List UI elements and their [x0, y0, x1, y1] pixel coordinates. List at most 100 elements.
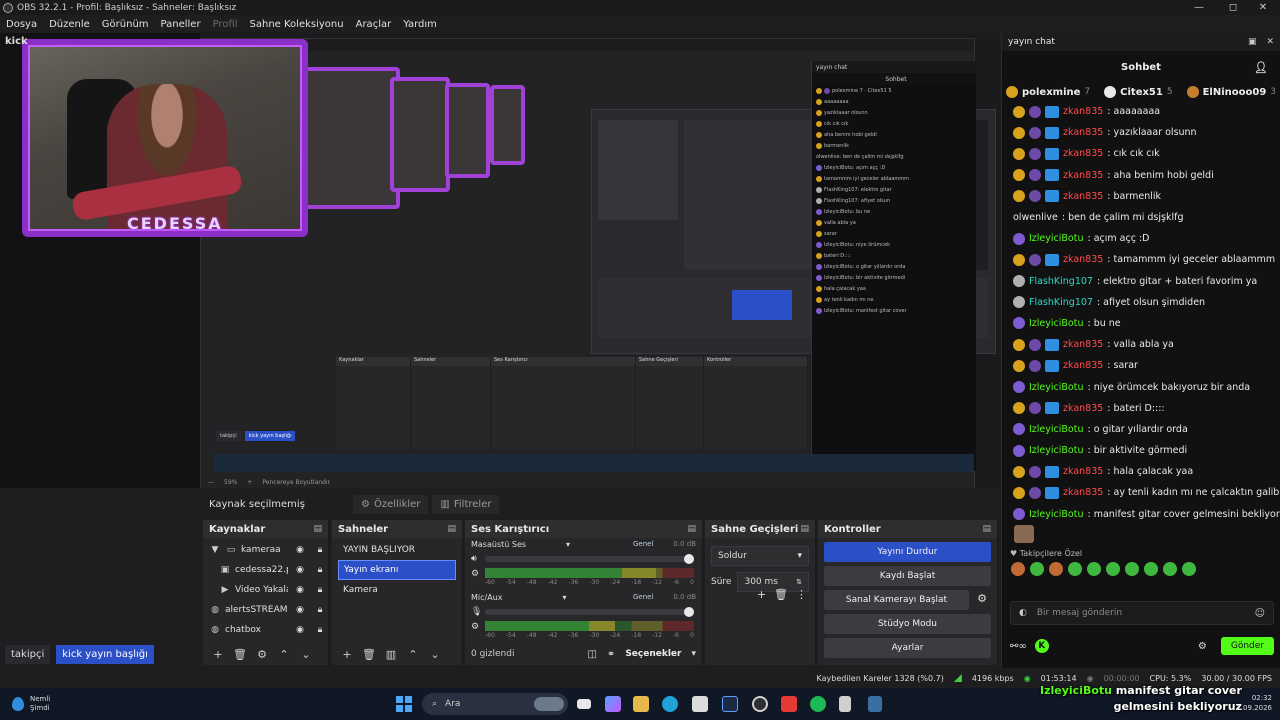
preview-canvas[interactable]: yayın chat Sohbet polexmine 7 · Citex51 … [0, 33, 1000, 488]
chat-username[interactable]: zkan835 [1063, 339, 1103, 350]
dock-menu-icon[interactable]: ▤ [687, 524, 696, 534]
chat-message[interactable]: zkan835: sarar [1002, 355, 1280, 376]
source-item[interactable]: ◍ chatbox ◉ 🔒︎ [203, 620, 328, 640]
scene-item[interactable]: YAYIN BAŞLIYOR [338, 540, 456, 560]
chat-username[interactable]: zkan835 [1063, 466, 1103, 477]
top-gifter[interactable]: polexmine 7 [1005, 86, 1090, 98]
audio-app-icon[interactable] [868, 696, 882, 712]
chat-username[interactable]: olwenlive [1013, 212, 1058, 223]
expand-icon[interactable]: ▼ [209, 545, 221, 555]
settings-button[interactable]: Ayarlar [824, 638, 991, 658]
top-gifter[interactable]: ElNinooo09 3 [1186, 86, 1276, 98]
lock-icon[interactable]: 🔒︎ [312, 605, 328, 615]
chat-username[interactable]: zkan835 [1063, 254, 1103, 265]
zoom-out-button[interactable]: — [208, 479, 214, 486]
maximize-button[interactable]: ◻ [1216, 0, 1250, 15]
speaker-icon[interactable]: 🔊︎ [471, 554, 477, 564]
chat-username[interactable]: zkan835 [1063, 106, 1103, 117]
chat-username[interactable]: zkan835 [1063, 191, 1103, 202]
menu-tools[interactable]: Araçlar [350, 19, 398, 30]
chat-message[interactable]: IzleyiciBotu: bir aktivite görmedi [1002, 440, 1280, 461]
top-gifter[interactable]: Citex51 5 [1104, 86, 1173, 98]
emote-icon[interactable] [1163, 561, 1177, 576]
stop-stream-button[interactable]: Yayını Durdur [824, 542, 991, 562]
calculator-icon[interactable] [839, 696, 851, 712]
menu-edit[interactable]: Düzenle [43, 19, 96, 30]
zoom-fit-select[interactable]: Pencereye Boyutlandır [262, 479, 330, 486]
chat-username[interactable]: IzleyiciBotu [1029, 382, 1083, 393]
minimize-button[interactable]: — [1182, 0, 1216, 15]
chat-message[interactable]: FlashKing107: afiyet olsun şimdiden [1002, 292, 1280, 313]
start-button[interactable] [396, 696, 412, 712]
remove-source-button[interactable]: 🗑︎ [231, 648, 249, 661]
settings-small-icon[interactable]: ⚙ [471, 622, 479, 632]
chat-username[interactable]: IzleyiciBotu [1029, 509, 1083, 520]
volume-slider[interactable] [485, 607, 694, 617]
system-clock[interactable]: 02:32 2.09.2026 [1236, 693, 1272, 713]
chevron-down-icon[interactable]: ▾ [691, 649, 696, 659]
float-dock-icon[interactable]: ▣ [1248, 37, 1257, 47]
scene-up-button[interactable]: ⌃ [404, 648, 422, 661]
close-button[interactable]: ✕ [1246, 0, 1280, 15]
spotify-icon[interactable] [810, 696, 826, 712]
filters-button[interactable]: ▥ Filtreler [432, 494, 500, 514]
settings-small-icon[interactable]: ⚙ [471, 569, 479, 579]
webcam-source[interactable]: CEDESSA [22, 39, 308, 237]
scene-filters-button[interactable]: ▥ [382, 648, 400, 661]
scene-down-button[interactable]: ⌄ [426, 648, 444, 661]
dock-menu-icon[interactable]: ▤ [313, 524, 322, 534]
chat-message[interactable]: IzleyiciBotu: manifest gitar cover gelme… [1002, 504, 1280, 525]
remove-scene-button[interactable]: 🗑︎ [360, 648, 378, 661]
task-view-icon[interactable] [577, 699, 591, 709]
emoji-icon[interactable]: ☺ [1255, 608, 1265, 619]
transition-select[interactable]: Soldur ▾ [711, 546, 809, 566]
mixer-options-button[interactable]: Seçenekler [625, 649, 681, 659]
move-down-button[interactable]: ⌄ [297, 648, 315, 661]
chat-message[interactable]: zkan835: aaaaaaaa [1002, 101, 1280, 122]
visibility-icon[interactable]: ◉ [292, 605, 308, 615]
studio-mode-button[interactable]: Stüdyo Modu [824, 614, 991, 634]
zoom-in-button[interactable]: + [247, 479, 252, 486]
file-explorer-icon[interactable] [633, 696, 649, 712]
chat-username[interactable]: IzleyiciBotu [1029, 445, 1083, 456]
chat-message[interactable]: zkan835: barmenlik [1002, 186, 1280, 207]
chat-username[interactable]: zkan835 [1063, 360, 1103, 371]
chat-message[interactable]: IzleyiciBotu: açım açç :D [1002, 228, 1280, 249]
chat-username[interactable]: IzleyiciBotu [1029, 318, 1083, 329]
volume-thumb[interactable] [684, 607, 694, 617]
start-recording-button[interactable]: Kaydı Başlat [824, 566, 991, 586]
chat-message[interactable]: zkan835: bateri D:::: [1002, 398, 1280, 419]
chat-message[interactable]: IzleyiciBotu: niye örümcek bakıyoruz bir… [1002, 376, 1280, 397]
scene-item[interactable]: Kamera [338, 580, 456, 600]
transition-menu-button[interactable]: ⋮ [796, 588, 807, 601]
chat-username[interactable]: zkan835 [1063, 148, 1103, 159]
stepper-icon[interactable]: ⇅ [796, 578, 802, 586]
menu-docks[interactable]: Paneller [155, 19, 207, 30]
visibility-icon[interactable]: ◉ [292, 625, 308, 635]
source-item[interactable]: ◍ alertsSTREAMI ◉ 🔒︎ [203, 600, 328, 620]
chat-message[interactable]: zkan835: hala çalacak yaa [1002, 461, 1280, 482]
chat-username[interactable]: zkan835 [1063, 403, 1103, 414]
taskbar-search[interactable]: ⌕ Ara [422, 693, 568, 715]
gear-icon[interactable]: ⚙ [1198, 641, 1207, 652]
chat-username[interactable]: zkan835 [1063, 487, 1103, 498]
layout-icon[interactable]: ◫ [587, 649, 596, 660]
chat-username[interactable]: FlashKing107 [1029, 276, 1093, 287]
chat-message[interactable]: zkan835: yazıklaaar olsunn [1002, 122, 1280, 143]
obs-taskbar-icon[interactable] [752, 696, 768, 712]
visibility-icon[interactable]: ◉ [292, 585, 308, 595]
menu-file[interactable]: Dosya [0, 19, 43, 30]
move-up-button[interactable]: ⌃ [275, 648, 293, 661]
emote-icon[interactable] [1182, 561, 1196, 576]
visibility-icon[interactable]: ◉ [292, 545, 308, 555]
add-source-button[interactable]: + [209, 648, 227, 661]
dock-menu-icon[interactable]: ▤ [800, 524, 809, 534]
store-icon[interactable] [692, 696, 708, 712]
chat-username[interactable]: FlashKing107 [1029, 297, 1093, 308]
close-dock-icon[interactable]: ✕ [1266, 37, 1274, 47]
chat-message[interactable]: IzleyiciBotu: o gitar yıllardır orda [1002, 419, 1280, 440]
lock-icon[interactable]: 🔒︎ [312, 585, 328, 595]
add-scene-button[interactable]: + [338, 648, 356, 661]
lock-icon[interactable]: 🔒︎ [312, 625, 328, 635]
link-icon[interactable]: ⚭ [607, 649, 615, 660]
